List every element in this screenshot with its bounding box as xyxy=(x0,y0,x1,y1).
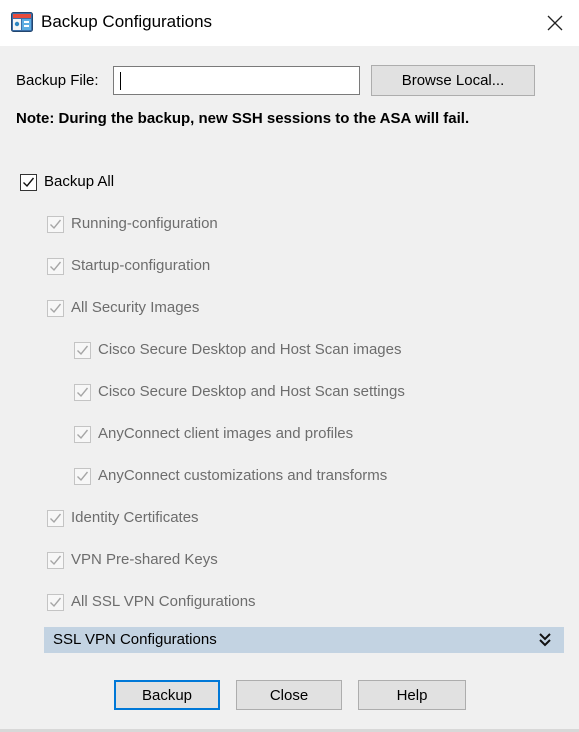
anyconnect-images-profiles-checkbox xyxy=(74,426,91,443)
backup-all-checkbox[interactable] xyxy=(20,174,37,191)
running-config-checkbox xyxy=(47,216,64,233)
backup-all-label: Backup All xyxy=(44,173,115,190)
csd-hostscan-images-label: Cisco Secure Desktop and Host Scan image… xyxy=(98,341,402,358)
csd-hostscan-settings-label: Cisco Secure Desktop and Host Scan setti… xyxy=(98,383,405,400)
anyconnect-customizations-checkbox xyxy=(74,468,91,485)
startup-config-checkbox xyxy=(47,258,64,275)
ssh-warning-note: Note: During the backup, new SSH session… xyxy=(16,110,470,127)
startup-config-label: Startup-configuration xyxy=(71,257,211,274)
all-ssl-vpn-configurations-checkbox xyxy=(47,594,64,611)
backup-file-label: Backup File: xyxy=(16,72,99,89)
title-bar: Backup Configurations xyxy=(0,0,579,46)
close-icon[interactable] xyxy=(540,9,570,37)
vpn-preshared-keys-label: VPN Pre-shared Keys xyxy=(71,551,218,568)
csd-hostscan-images-checkbox xyxy=(74,342,91,359)
identity-certificates-checkbox xyxy=(47,510,64,527)
backup-file-input[interactable] xyxy=(113,66,360,95)
text-caret xyxy=(120,72,121,90)
csd-hostscan-settings-checkbox xyxy=(74,384,91,401)
identity-certificates-label: Identity Certificates xyxy=(71,509,199,526)
help-button[interactable]: Help xyxy=(358,680,466,710)
ssl-vpn-configurations-section[interactable]: SSL VPN Configurations xyxy=(44,627,564,653)
browse-local-button[interactable]: Browse Local... xyxy=(371,65,535,96)
backup-button[interactable]: Backup xyxy=(114,680,220,710)
all-security-images-label: All Security Images xyxy=(71,299,200,316)
anyconnect-images-profiles-label: AnyConnect client images and profiles xyxy=(98,425,354,442)
double-chevron-down-icon[interactable] xyxy=(538,632,552,648)
window-title: Backup Configurations xyxy=(41,12,213,31)
all-ssl-vpn-configurations-label: All SSL VPN Configurations xyxy=(71,593,256,610)
all-security-images-checkbox xyxy=(47,300,64,317)
anyconnect-customizations-label: AnyConnect customizations and transforms xyxy=(98,467,388,484)
ssl-vpn-configurations-section-label: SSL VPN Configurations xyxy=(53,631,217,648)
close-button[interactable]: Close xyxy=(236,680,342,710)
running-config-label: Running-configuration xyxy=(71,215,218,232)
vpn-preshared-keys-checkbox xyxy=(47,552,64,569)
asdm-app-icon xyxy=(11,12,33,32)
